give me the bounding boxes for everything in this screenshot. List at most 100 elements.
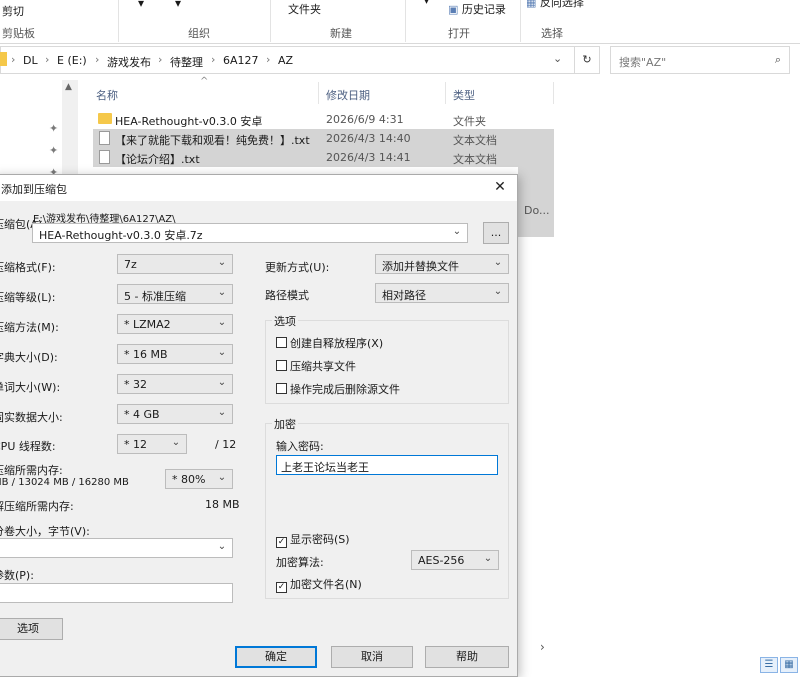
format-select[interactable]: 7z ⌄ [117,254,233,274]
file-icon [99,131,110,145]
chevron-down-icon: ⌄ [217,377,227,388]
close-icon[interactable]: ✕ [491,178,509,196]
invert-selection-icon: ▦ [526,0,537,9]
format-value: 7z [124,258,137,271]
update-mode-select[interactable]: 添加并替换文件 ⌄ [375,254,509,274]
breadcrumb-item[interactable]: E (E:) [57,54,87,67]
column-divider[interactable] [553,82,554,104]
details-view-icon[interactable]: ☰ [760,657,778,673]
word-size-select[interactable]: * 32 ⌄ [117,374,233,394]
path-mode-value: 相对路径 [382,289,426,302]
breadcrumb-item[interactable]: 游戏发布 [107,54,151,70]
invert-selection-button[interactable]: ▦ 反向选择 [526,0,584,10]
cancel-button[interactable]: 取消 [331,646,413,668]
dictionary-select[interactable]: * 16 MB ⌄ [117,344,233,364]
delete-after-checkbox[interactable]: 操作完成后删除源文件 [276,381,400,397]
browse-button[interactable]: ... [483,222,509,244]
select-group-label: 选择 [541,27,563,40]
format-label: 压缩格式(F): [0,261,56,274]
column-divider[interactable] [445,82,446,104]
history-button[interactable]: ▣ 历史记录 [448,1,506,17]
file-modified: 2026/4/3 14:41 [326,151,411,164]
checkbox-checked-icon: ✓ [276,537,287,548]
encrypt-names-label: 加密文件名(N) [290,578,362,591]
chevron-down-icon: ⌄ [217,347,227,358]
cut-button[interactable]: 剪切 [2,3,24,19]
sfx-label: 创建自释放程序(X) [290,337,384,350]
folder-icon [0,52,7,66]
chevron-down-icon[interactable]: ⌄ [553,52,562,65]
address-bar[interactable]: › DL › E (E:) › 游戏发布 › 待整理 › 6A127 › AZ … [0,46,600,74]
file-row[interactable]: 【论坛介绍】.txt 2026/4/3 14:41 文本文档 [93,148,554,167]
scroll-up-icon[interactable]: ▲ [65,82,72,92]
scroll-right-icon[interactable]: › [540,640,545,654]
sfx-checkbox[interactable]: 创建自释放程序(X) [276,335,383,351]
show-password-checkbox[interactable]: ✓ 显示密码(S) [276,531,350,548]
file-row[interactable]: 【来了就能下载和观看！纯免费！】.txt 2026/4/3 14:40 文本文档 [93,129,554,148]
parameters-input[interactable] [0,583,233,603]
password-label: 输入密码: [276,440,324,453]
breadcrumb-separator-icon: › [211,53,216,66]
ok-button[interactable]: 确定 [235,646,317,668]
dictionary-label: 字典大小(D): [0,351,58,364]
chevron-down-icon: ⌄ [171,437,181,448]
breadcrumb-item[interactable]: DL [23,54,38,67]
invert-selection-label: 反向选择 [539,0,584,9]
search-icon: ⌕ [774,53,781,66]
encrypt-names-checkbox[interactable]: ✓ 加密文件名(N) [276,576,362,593]
file-modified: 2026/6/9 4:31 [326,113,404,126]
open-dropdown-icon[interactable]: ▾ [424,0,429,7]
ribbon-divider [270,0,271,42]
large-icons-view-icon[interactable]: ▦ [780,657,798,673]
column-divider[interactable] [318,82,319,104]
checkbox-unchecked-icon [276,337,287,348]
add-to-archive-dialog: 添加到压缩包 ✕ 压缩包(A) E:\游戏发布\待整理\6A127\AZ\ HE… [0,174,518,677]
solid-block-value: * 4 GB [124,408,160,421]
ribbon-divider [405,0,406,42]
file-icon [99,150,110,164]
checkbox-checked-icon: ✓ [276,582,287,593]
chevron-down-icon: ⌄ [217,407,227,418]
file-name: 【论坛介绍】.txt [115,153,200,166]
file-type: 文件夹 [453,115,486,128]
breadcrumb-item[interactable]: 待整理 [170,54,203,70]
memory-percent-select[interactable]: * 80% ⌄ [165,469,233,489]
move-dropdown-icon[interactable]: ▾ [138,0,144,10]
path-mode-select[interactable]: 相对路径 ⌄ [375,283,509,303]
folder-icon [98,113,112,124]
copy-dropdown-icon[interactable]: ▾ [175,0,181,10]
memory-compress-value: MB / 13024 MB / 16280 MB [0,477,129,488]
shared-files-checkbox[interactable]: 压缩共享文件 [276,358,356,374]
pin-icon[interactable]: ✦ [49,122,58,135]
history-label: 历史记录 [461,3,506,16]
level-select[interactable]: 5 - 标准压缩 ⌄ [117,284,233,304]
file-row[interactable]: HEA-Rethought-v0.3.0 安卓 2026/6/9 4:31 文件… [93,110,554,129]
archive-name-combo[interactable]: HEA-Rethought-v0.3.0 安卓.7z ⌄ [32,223,468,243]
encryption-method-select[interactable]: AES-256 ⌄ [411,550,499,570]
dialog-titlebar[interactable]: 添加到压缩包 ✕ [0,175,517,201]
solid-block-select[interactable]: * 4 GB ⌄ [117,404,233,424]
checkbox-unchecked-icon [276,383,287,394]
column-modified[interactable]: 修改日期 [326,87,370,103]
breadcrumb-item[interactable]: AZ [278,54,293,67]
refresh-button[interactable]: ↻ [574,46,600,74]
method-select[interactable]: * LZMA2 ⌄ [117,314,233,334]
breadcrumb-item[interactable]: 6A127 [223,54,259,67]
search-input[interactable]: 搜索"AZ" ⌕ [610,46,790,74]
password-input[interactable]: 上老王论坛当老王 [276,455,498,475]
options-button[interactable]: 选项 [0,618,63,640]
column-type[interactable]: 类型 [453,87,475,103]
pin-icon[interactable]: ✦ [49,144,58,157]
memory-decompress-value: 18 MB [205,498,240,511]
file-name: 【来了就能下载和观看！纯免费！】.txt [115,134,310,147]
split-volume-combo[interactable]: ⌄ [0,538,233,558]
file-name: HEA-Rethought-v0.3.0 安卓 [115,115,263,128]
breadcrumb-separator-icon: › [95,53,100,66]
chevron-down-icon[interactable]: ⌄ [451,226,463,237]
column-name[interactable]: 名称 [96,87,118,103]
file-row[interactable]: Do... [518,167,554,237]
memory-decompress-label: 解压缩所需内存: [0,500,74,513]
help-button[interactable]: 帮助 [425,646,509,668]
new-folder-button[interactable]: 文件夹 [288,1,321,17]
threads-select[interactable]: * 12 ⌄ [117,434,187,454]
